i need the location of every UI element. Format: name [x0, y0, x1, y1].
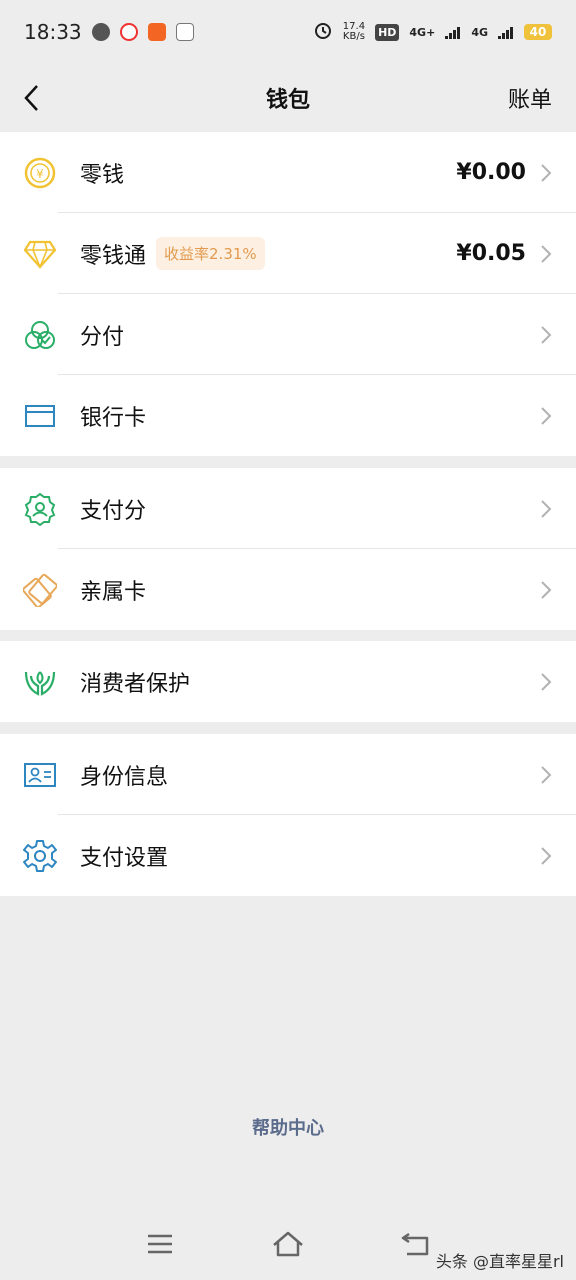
row-label: 银行卡 [80, 405, 147, 431]
shopping-app-icon [147, 23, 166, 41]
home-button[interactable] [268, 1226, 308, 1262]
row-label: 零钱通 [80, 243, 147, 269]
hd-voice-icon: HD [375, 23, 400, 41]
nav-bar: 钱包 账单 [0, 64, 576, 132]
battery-icon: 40 [524, 24, 552, 40]
fenfu-icon [0, 319, 80, 351]
row-bank-card[interactable]: 银行卡 [0, 375, 576, 456]
row-label: 身份信息 [80, 764, 169, 790]
chevron-right-icon [541, 846, 552, 865]
back-button[interactable] [16, 78, 48, 118]
status-time: 18:33 [24, 20, 82, 44]
chevron-right-icon [541, 672, 552, 691]
row-fenfu[interactable]: 分付 [0, 294, 576, 375]
page-title: 钱包 [265, 88, 310, 113]
chevron-right-icon [541, 244, 552, 263]
chevron-right-icon [541, 325, 552, 344]
family-card-icon [0, 573, 80, 607]
row-identity-info[interactable]: 身份信息 [0, 734, 576, 815]
svg-text:¥: ¥ [36, 167, 44, 181]
row-label: 亲属卡 [80, 579, 147, 605]
row-pay-score[interactable]: 支付分 [0, 468, 576, 549]
chevron-right-icon [541, 163, 552, 182]
signal-bars-icon [445, 20, 461, 44]
diamond-icon [0, 239, 80, 269]
row-change[interactable]: ¥ 零钱 ¥0.00 [0, 132, 576, 213]
alarm-icon [313, 20, 333, 45]
row-label: 零钱 [80, 162, 125, 188]
chevron-right-icon [541, 580, 552, 599]
bill-button[interactable]: 账单 [508, 82, 552, 114]
news-app-icon [175, 23, 194, 41]
row-label: 消费者保护 [80, 671, 191, 697]
menu-icon [148, 1234, 172, 1254]
signal-4g-icon: 4G [471, 25, 488, 39]
wallet-group-balance: ¥ 零钱 ¥0.00 零钱通 收益率2.31% ¥0.05 分付 银行卡 [0, 132, 576, 456]
yield-rate-badge: 收益率2.31% [156, 237, 265, 270]
coin-yuan-icon: ¥ [0, 157, 80, 189]
row-lingqiantong[interactable]: 零钱通 收益率2.31% ¥0.05 [0, 213, 576, 294]
row-label: 支付设置 [80, 845, 169, 871]
menu-button[interactable] [140, 1226, 180, 1262]
row-family-card[interactable]: 亲属卡 [0, 549, 576, 630]
wallet-group-protection: 消费者保护 [0, 641, 576, 722]
chevron-right-icon [541, 765, 552, 784]
settings-gear-icon [0, 839, 80, 873]
chevron-right-icon [541, 406, 552, 425]
watermark: 头条 @直率星星rl [435, 1252, 564, 1271]
row-label: 支付分 [80, 498, 147, 524]
signal-4gplus-icon: 4G+ [409, 25, 436, 39]
return-icon [401, 1232, 429, 1256]
row-label: 分付 [80, 324, 125, 350]
back-nav-button[interactable] [396, 1226, 436, 1262]
network-speed: 17.4 KB/s [342, 21, 366, 42]
change-amount: ¥0.00 [456, 160, 526, 185]
chevron-left-icon [24, 85, 38, 111]
help-center-link[interactable]: 帮助中心 [0, 1114, 576, 1140]
wallet-group-settings: 身份信息 支付设置 [0, 734, 576, 896]
wallet-group-services: 支付分 亲属卡 [0, 468, 576, 630]
home-icon [273, 1231, 303, 1257]
row-consumer-protection[interactable]: 消费者保护 [0, 641, 576, 722]
status-bar: 18:33 17.4 KB/s HD 4G+ 4G 40 [0, 0, 576, 64]
speedometer-icon [91, 23, 110, 41]
bank-card-icon [0, 403, 80, 429]
chevron-right-icon [541, 499, 552, 518]
lingqiantong-amount: ¥0.05 [456, 241, 526, 266]
app-notification-icon [119, 23, 138, 41]
consumer-protection-icon [0, 666, 80, 698]
id-card-icon [0, 762, 80, 788]
pay-score-icon [0, 492, 80, 526]
signal-bars-icon [498, 20, 514, 44]
row-payment-settings[interactable]: 支付设置 [0, 815, 576, 896]
